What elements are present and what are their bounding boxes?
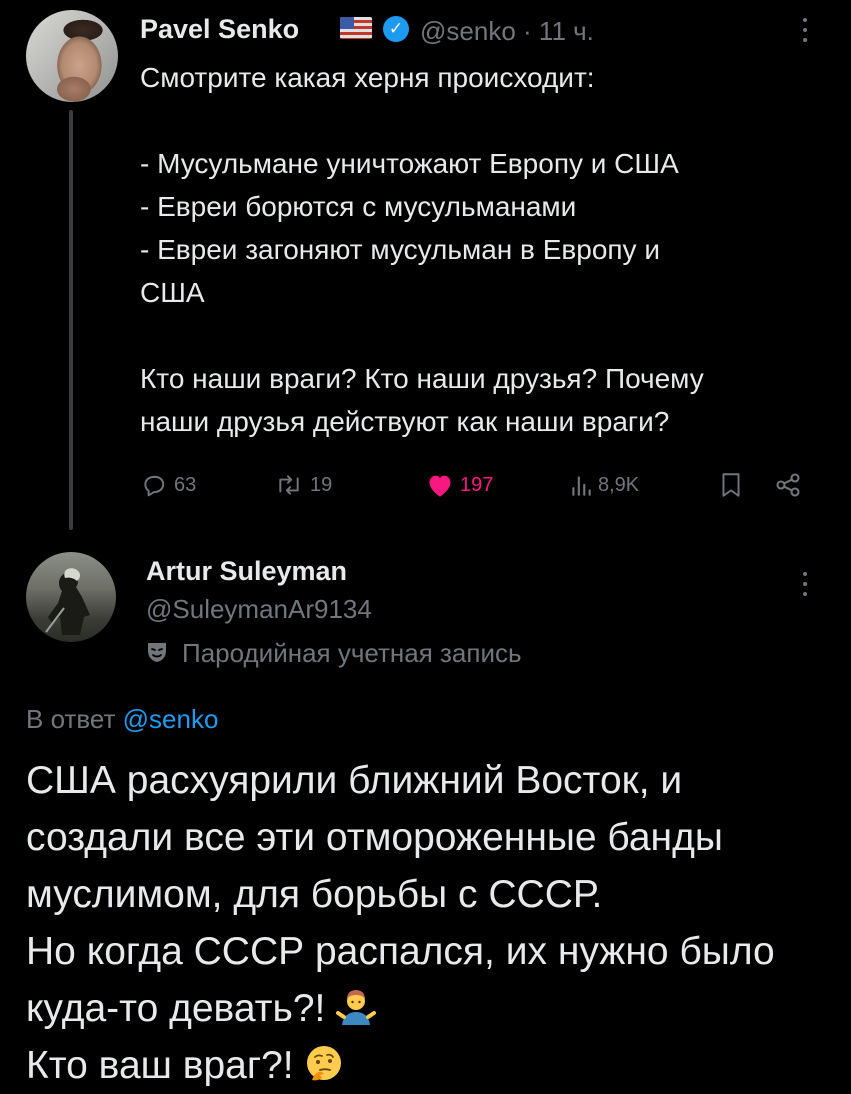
reply-line: Но когда СССР распался, их нужно было xyxy=(26,930,775,973)
reply-line: Кто ваш враг?! xyxy=(26,1044,294,1087)
author-name[interactable]: Artur Suleyman xyxy=(146,556,347,587)
author-handle-time[interactable]: @senko · 11 ч. xyxy=(420,16,594,47)
tweet-line: - Евреи борются с мусульманами xyxy=(140,191,577,222)
heart-icon xyxy=(429,475,451,497)
share-button[interactable] xyxy=(774,468,802,502)
avatar-figure xyxy=(45,568,90,635)
parody-mask-icon xyxy=(148,643,166,662)
verified-badge-icon: ✓ xyxy=(383,16,409,42)
tweet-line: США xyxy=(140,277,205,308)
reply-handle-link[interactable]: @senko xyxy=(123,704,219,734)
repost-count: 19 xyxy=(310,473,333,496)
tweet-line: Кто наши враги? Кто наши друзья? Почему xyxy=(140,363,704,394)
author-handle[interactable]: @SuleymanAr9134 xyxy=(146,594,372,625)
tweet-text: Смотрите какая херня происходит: - Мусул… xyxy=(140,56,820,443)
reply-line-with-emoji: куда-то девать?! xyxy=(26,980,826,1037)
reply-line-with-emoji: Кто ваш враг?! xyxy=(26,1037,826,1094)
separator: · xyxy=(523,16,532,46)
tweet-line: Смотрите какая херня происходит: xyxy=(140,62,595,93)
reply-count: 63 xyxy=(174,473,197,496)
avatar[interactable] xyxy=(26,552,116,642)
like-count: 197 xyxy=(460,473,494,496)
reply-context: В ответ @senko xyxy=(26,704,218,735)
views-button[interactable]: 8,9K xyxy=(570,468,639,502)
timestamp[interactable]: 11 ч. xyxy=(539,16,594,46)
reply-line: куда-то девать?! xyxy=(26,987,326,1030)
reply-line: муслимом, для борьбы с СССР. xyxy=(26,873,603,916)
parody-label: Пародийная учетная запись xyxy=(182,638,522,668)
thread-line xyxy=(69,110,73,530)
reply-line: создали все эти отмороженные банды xyxy=(26,816,723,859)
action-bar: 63 19 197 8,9K xyxy=(140,468,820,502)
views-count: 8,9K xyxy=(598,473,640,496)
thinking-face-emoji xyxy=(307,1046,342,1081)
bookmark-icon xyxy=(722,473,740,497)
repost-icon xyxy=(279,475,299,495)
reply-text: США расхуярили ближний Восток, и создали… xyxy=(26,752,826,1094)
person-shrugging-emoji xyxy=(336,990,377,1025)
views-icon xyxy=(572,476,591,496)
avatar[interactable] xyxy=(26,10,118,102)
more-options-icon[interactable] xyxy=(796,566,814,604)
tweet-line: наши друзья действуют как наши враги? xyxy=(140,406,670,437)
reply-icon xyxy=(144,475,165,497)
more-options-icon[interactable] xyxy=(796,12,814,50)
bookmark-button[interactable] xyxy=(720,468,742,502)
author-name[interactable]: Pavel Senko xyxy=(140,14,299,45)
tweet-line: - Евреи загоняют мусульман в Европу и xyxy=(140,234,660,265)
tweet-line: - Мусульмане уничтожают Европу и США xyxy=(140,148,679,179)
us-flag-icon xyxy=(340,17,372,39)
repost-button[interactable]: 19 xyxy=(274,468,332,502)
reply-button[interactable]: 63 xyxy=(140,468,196,502)
reply-prefix: В ответ xyxy=(26,704,116,734)
author-handle[interactable]: @senko xyxy=(420,16,516,46)
reply-line: США расхуярили ближний Восток, и xyxy=(26,759,683,802)
share-icon xyxy=(776,473,800,497)
like-button[interactable]: 197 xyxy=(426,468,493,502)
